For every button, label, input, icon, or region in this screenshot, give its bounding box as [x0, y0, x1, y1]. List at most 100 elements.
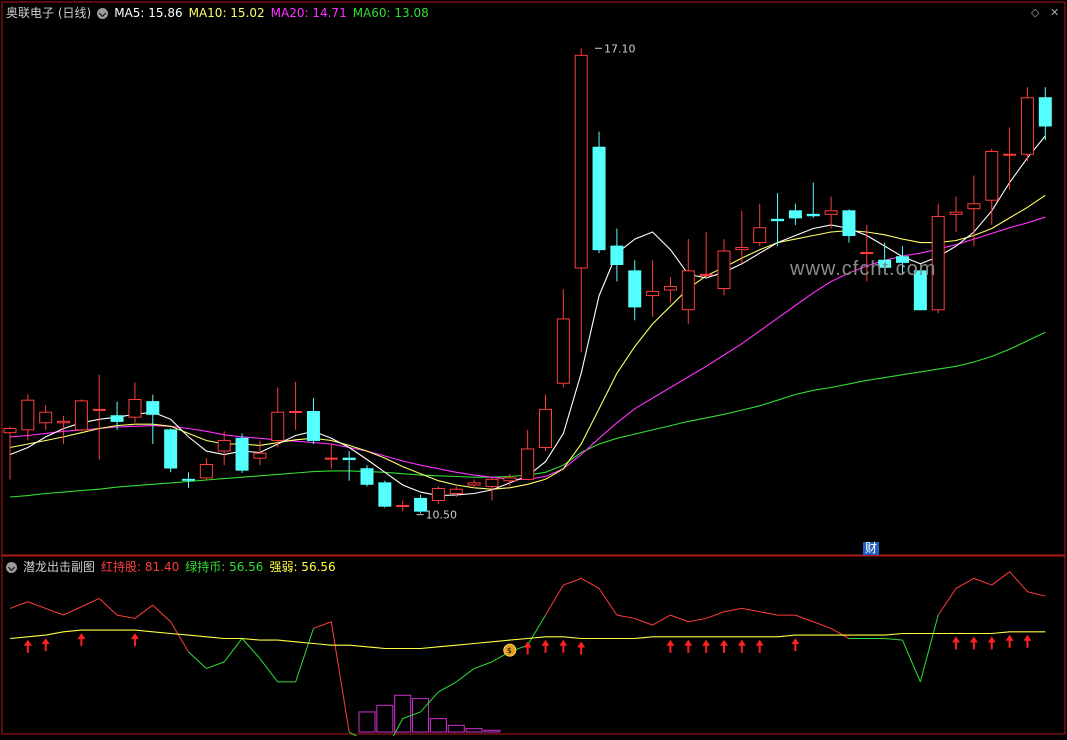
- ma20-readout: MA20: 14.71: [270, 6, 347, 20]
- hold-signal-segment: [580, 577, 600, 589]
- hold-signal-segment: [223, 638, 243, 663]
- chart-title[interactable]: 奥联电子 (日线): [6, 6, 91, 20]
- candle-body: [842, 210, 856, 237]
- hold-signal-segment: [1009, 571, 1028, 593]
- candle-body: [342, 457, 356, 461]
- candle-body: [431, 488, 445, 502]
- buy-arrow-icon: [684, 639, 693, 646]
- candle-body: [21, 399, 35, 431]
- main-header: 奥联电子 (日线) MA5: 15.86 MA10: 15.02 MA20: 14.7…: [6, 4, 435, 21]
- hold-signal-segment: [670, 614, 689, 623]
- hold-signal-segment: [188, 651, 207, 669]
- candle-body: [717, 250, 731, 290]
- close-icon[interactable]: ✕: [1050, 6, 1059, 19]
- candle-body: [110, 415, 124, 422]
- candle-body: [485, 478, 499, 487]
- hold-signal-segment: [741, 607, 760, 613]
- buy-arrow-icon: [969, 636, 978, 643]
- hist-bar: [394, 694, 412, 733]
- hold-signal-segment: [652, 614, 671, 626]
- hist-bar: [447, 724, 465, 733]
- ma60-readout: MA60: 13.08: [352, 6, 429, 20]
- hist-bar: [465, 728, 483, 733]
- hold-signal-segment: [759, 611, 778, 616]
- candle-body: [74, 400, 88, 431]
- candle-body: [806, 213, 820, 217]
- sub-panel-frame: [1, 555, 1066, 735]
- extreme-label: 17.10: [604, 42, 636, 55]
- hold-signal-segment: [473, 661, 493, 670]
- hold-signal-segment: [420, 691, 439, 713]
- hold-signal-segment: [170, 621, 189, 653]
- hold-signal-segment: [390, 718, 404, 740]
- candle-body: [92, 408, 106, 411]
- sub-dropdown-icon[interactable]: [6, 562, 17, 573]
- candle-body: [1020, 97, 1034, 155]
- dropdown-icon[interactable]: [97, 8, 109, 19]
- hold-signal-segment: [616, 614, 635, 619]
- hold-signal-segment: [884, 637, 903, 641]
- hold-signal-segment: [27, 601, 46, 609]
- hold-signal-segment: [402, 711, 421, 720]
- buy-arrow-icon: [720, 639, 728, 646]
- hold-signal-segment: [937, 588, 957, 616]
- candle-body: [646, 290, 660, 297]
- candle-body: [699, 273, 713, 276]
- hold-signal-segment: [152, 604, 171, 623]
- candle-body: [217, 439, 231, 452]
- watermark: www.cfcht.com: [790, 258, 937, 280]
- hold-signal-segment: [795, 614, 814, 623]
- hold-signal-segment: [455, 668, 475, 683]
- hold-signal-segment: [295, 628, 314, 683]
- candle-body: [467, 482, 481, 486]
- chart-canvas: 17.10 10.50 $: [1, 1, 1066, 740]
- hold-signal-segment: [1027, 591, 1046, 597]
- hist-bar: [429, 718, 447, 733]
- hold-signal-segment: [81, 597, 100, 608]
- buy-arrow-icon: [702, 639, 711, 646]
- candle-body: [735, 247, 749, 251]
- hold-signal-segment: [45, 607, 64, 616]
- hist-bar: [358, 711, 376, 733]
- hold-signal-segment: [919, 614, 939, 683]
- hold-signal-segment: [545, 584, 564, 616]
- hold-signal-segment: [563, 577, 582, 586]
- candle-body: [681, 270, 695, 311]
- hold-signal-segment: [438, 681, 457, 693]
- candle-body: [753, 227, 767, 244]
- candle-body: [271, 411, 285, 441]
- candle-body: [539, 408, 552, 449]
- buy-arrow-icon: [952, 636, 961, 643]
- candle-body: [306, 410, 320, 441]
- candle-body: [199, 463, 213, 479]
- buy-arrow-icon: [23, 639, 32, 646]
- extreme-label: 10.50: [426, 509, 458, 522]
- candle-body: [663, 285, 677, 291]
- buy-arrow-icon: [1005, 634, 1014, 641]
- buy-arrow-icon: [130, 633, 139, 640]
- diamond-icon[interactable]: ◇: [1031, 6, 1039, 19]
- hold-signal-segment: [830, 628, 850, 639]
- candle-body: [949, 211, 963, 215]
- candle-body: [164, 429, 178, 469]
- hold-signal-segment: [259, 658, 279, 683]
- sub-title[interactable]: 潜龙出击副图: [23, 560, 95, 574]
- hold-signal-segment: [330, 621, 350, 733]
- candle-body: [985, 150, 999, 201]
- hold-signal-segment: [705, 611, 725, 619]
- buy-arrow-icon: [523, 641, 532, 648]
- candle-body: [556, 318, 570, 384]
- hold-signal-segment: [813, 621, 832, 629]
- red-readout: 红持股: 81.40: [101, 560, 180, 574]
- hold-signal-segment: [688, 617, 707, 623]
- candle-body: [628, 270, 642, 308]
- cai-badge[interactable]: 财: [863, 542, 880, 555]
- hold-signal-segment: [902, 639, 921, 683]
- money-bag-glyph: $: [507, 646, 512, 655]
- candle-body: [610, 245, 624, 266]
- candle-body: [503, 477, 517, 482]
- green-readout: 绿持币: 56.56: [185, 560, 264, 574]
- hold-signal-segment: [241, 638, 261, 659]
- buy-arrow-icon: [755, 639, 764, 646]
- candle-body: [235, 437, 249, 471]
